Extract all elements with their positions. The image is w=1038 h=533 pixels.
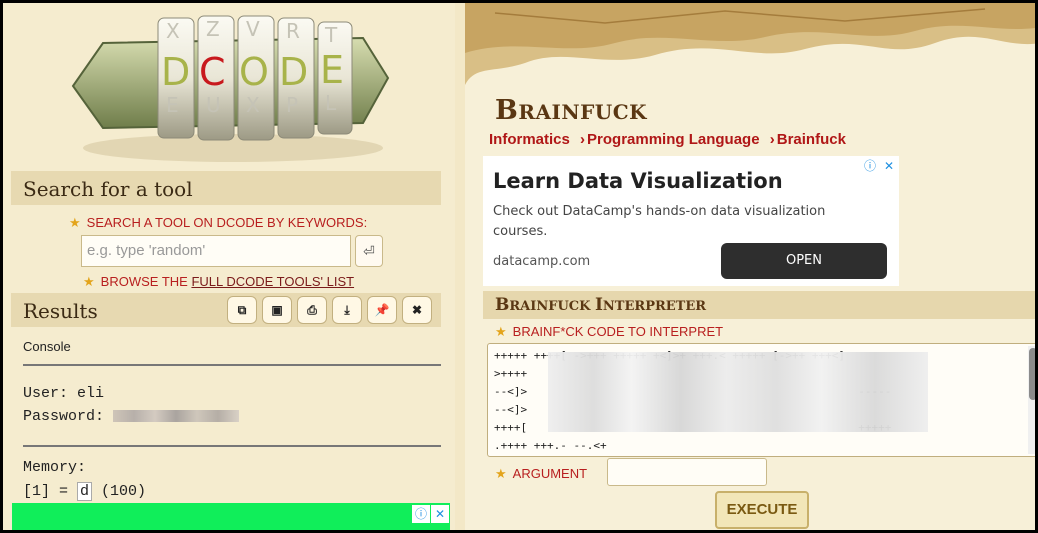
- password-label: Password:: [23, 408, 105, 425]
- memory-suffix: (100): [92, 483, 147, 500]
- ad-open-button[interactable]: OPEN: [721, 243, 887, 279]
- left-panel: XZVRT EUXPL D C O D E Search for a tool …: [3, 3, 455, 530]
- svg-text:D: D: [161, 50, 190, 94]
- svg-text:R: R: [286, 19, 300, 43]
- ad-info-icon[interactable]: ⓘ: [861, 157, 879, 175]
- code-label-text: BRAINF*CK CODE TO INTERPRET: [512, 324, 724, 339]
- interpreter-title-rest2: NTERPRETER: [602, 299, 707, 314]
- breadcrumb-programming-language[interactable]: Programming Language: [587, 131, 760, 148]
- svg-text:L: L: [325, 91, 337, 115]
- browse-line: ★ BROWSE THE FULL DCODE TOOLS' LIST: [83, 274, 354, 290]
- password-redacted: [113, 410, 240, 423]
- search-input[interactable]: e.g. type 'random': [81, 235, 351, 267]
- scrollbar-thumb[interactable]: [1029, 348, 1035, 400]
- results-section-title: Results: [23, 299, 98, 323]
- interpreter-header: BRAINFUCK INTERPRETER: [483, 291, 1035, 319]
- svg-text:X: X: [246, 93, 260, 117]
- argument-label: ★ ARGUMENT: [495, 466, 587, 482]
- svg-text:E: E: [166, 93, 179, 117]
- svg-text:O: O: [239, 50, 269, 94]
- code-scrollbar[interactable]: [1028, 346, 1035, 454]
- search-section-title: Search for a tool: [23, 177, 193, 201]
- ad-close-icon[interactable]: ✕: [880, 157, 898, 175]
- breadcrumb-brainfuck[interactable]: Brainfuck: [777, 131, 846, 148]
- divider: [23, 364, 441, 366]
- user-line: User: eli: [23, 385, 105, 402]
- breadcrumb-sep: ›: [769, 131, 775, 148]
- enter-icon[interactable]: ⏎: [355, 235, 383, 267]
- dcode-logo[interactable]: X Z V RT E U X P L D C O D E: [63, 8, 393, 163]
- keywords-text: SEARCH A TOOL ON DCODE BY KEYWORDS:: [86, 215, 368, 230]
- memory-line: [1] = d (100): [23, 482, 146, 501]
- divider: [23, 445, 441, 447]
- star-icon: ★: [83, 274, 95, 289]
- svg-text:C: C: [199, 50, 226, 94]
- code-line: .++++ +++.- --.<+: [494, 439, 607, 452]
- ad-card[interactable]: ⓘ ✕ Learn Data Visualization Check out D…: [483, 156, 899, 286]
- pin-icon[interactable]: 📌: [367, 296, 397, 324]
- green-ad-banner[interactable]: ⓘ ✕: [12, 503, 450, 530]
- console-label: Console: [23, 339, 71, 354]
- breadcrumb: Informatics › Programming Language › Brain…: [489, 131, 846, 148]
- browse-tools-link[interactable]: FULL DCODE TOOLS' LIST: [191, 274, 354, 289]
- star-icon: ★: [495, 324, 507, 339]
- copy-icon[interactable]: ⧉: [227, 296, 257, 324]
- ad-info-icon[interactable]: ⓘ: [412, 505, 430, 523]
- interpreter-title-rest1: RAINFUCK: [509, 299, 595, 314]
- interpreter-title-b: B: [495, 295, 510, 315]
- close-icon[interactable]: ✖: [402, 296, 432, 324]
- save-icon[interactable]: ▣: [262, 296, 292, 324]
- interpreter-title-i: I: [594, 295, 603, 315]
- parchment-header-decoration: [465, 3, 1035, 85]
- svg-text:Z: Z: [206, 17, 220, 41]
- search-section-header: Search for a tool: [11, 171, 441, 205]
- code-line: --<]>: [494, 403, 528, 416]
- page-title-initial: B: [495, 95, 519, 126]
- main-panel: BRAINFUCK Informatics › Programming Langu…: [455, 3, 1035, 530]
- code-line: >++++: [494, 367, 528, 380]
- argument-input[interactable]: [607, 458, 767, 486]
- star-icon: ★: [495, 466, 507, 481]
- svg-text:X: X: [166, 19, 180, 43]
- ad-title[interactable]: Learn Data Visualization: [493, 169, 783, 193]
- memory-char: d: [77, 482, 93, 501]
- svg-text:U: U: [206, 93, 221, 117]
- ad-close-icon[interactable]: ✕: [431, 505, 449, 523]
- page-title: BRAINFUCK: [495, 95, 647, 126]
- code-label: ★ BRAINF*CK CODE TO INTERPRET: [495, 324, 723, 340]
- redacted-code-blur: [548, 352, 928, 432]
- print-icon[interactable]: ⎙: [297, 296, 327, 324]
- argument-label-text: ARGUMENT: [512, 466, 588, 481]
- svg-text:P: P: [286, 93, 298, 117]
- password-line: Password:: [23, 408, 240, 425]
- interpreter-title: BRAINFUCK INTERPRETER: [495, 295, 706, 315]
- svg-text:V: V: [246, 17, 260, 41]
- svg-text:D: D: [279, 50, 308, 94]
- breadcrumb-informatics[interactable]: Informatics: [489, 131, 570, 148]
- browser-viewport: XZVRT EUXPL D C O D E Search for a tool …: [0, 0, 1038, 533]
- execute-button[interactable]: EXECUTE: [715, 491, 809, 529]
- download-icon[interactable]: ⤓: [332, 296, 362, 324]
- svg-text:T: T: [324, 23, 338, 47]
- code-textarea[interactable]: +++++ ++++[ ->+++ +++++ +<]>+ +++.< ++++…: [487, 343, 1035, 457]
- star-icon: ★: [69, 215, 81, 230]
- memory-label: Memory:: [23, 459, 87, 476]
- ad-domain[interactable]: datacamp.com: [493, 254, 590, 269]
- svg-text:E: E: [320, 48, 344, 92]
- page-title-rest: RAINFUCK: [518, 100, 648, 124]
- ad-body: Check out DataCamp's hands-on data visua…: [493, 204, 826, 239]
- browse-prefix: BROWSE THE: [100, 274, 192, 289]
- breadcrumb-sep: ›: [580, 131, 586, 148]
- keywords-label: ★ SEARCH A TOOL ON DCODE BY KEYWORDS:: [69, 215, 367, 231]
- memory-prefix: [1] =: [23, 483, 78, 500]
